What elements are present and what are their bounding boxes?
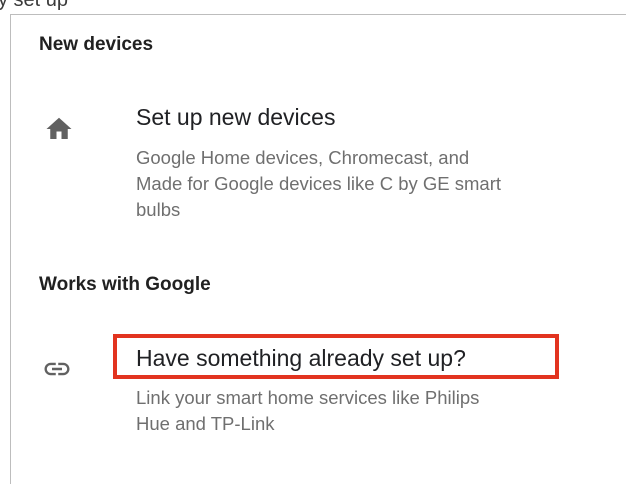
link-icon xyxy=(42,354,72,384)
add-and-manage-panel: y set up New devices Set up new devices … xyxy=(0,0,626,484)
set-up-new-devices-title: Set up new devices xyxy=(136,104,336,130)
panel-left-border xyxy=(10,14,11,484)
description-line: Made for Google devices like C by GE sma… xyxy=(136,173,502,194)
cut-off-heading: y set up xyxy=(0,0,69,11)
section-header-new-devices: New devices xyxy=(39,34,154,55)
home-icon xyxy=(44,114,74,144)
highlight-annotation-box xyxy=(113,334,559,379)
set-up-new-devices-description: Google Home devices, Chromecast, and Mad… xyxy=(136,145,616,223)
description-line: Link your smart home services like Phili… xyxy=(136,387,480,408)
section-header-works-with-google: Works with Google xyxy=(39,274,211,295)
description-line: Hue and TP-Link xyxy=(136,413,275,434)
description-line: bulbs xyxy=(136,199,181,220)
link-services-description: Link your smart home services like Phili… xyxy=(136,385,616,437)
panel-top-border xyxy=(10,14,626,15)
description-line: Google Home devices, Chromecast, and xyxy=(136,147,470,168)
